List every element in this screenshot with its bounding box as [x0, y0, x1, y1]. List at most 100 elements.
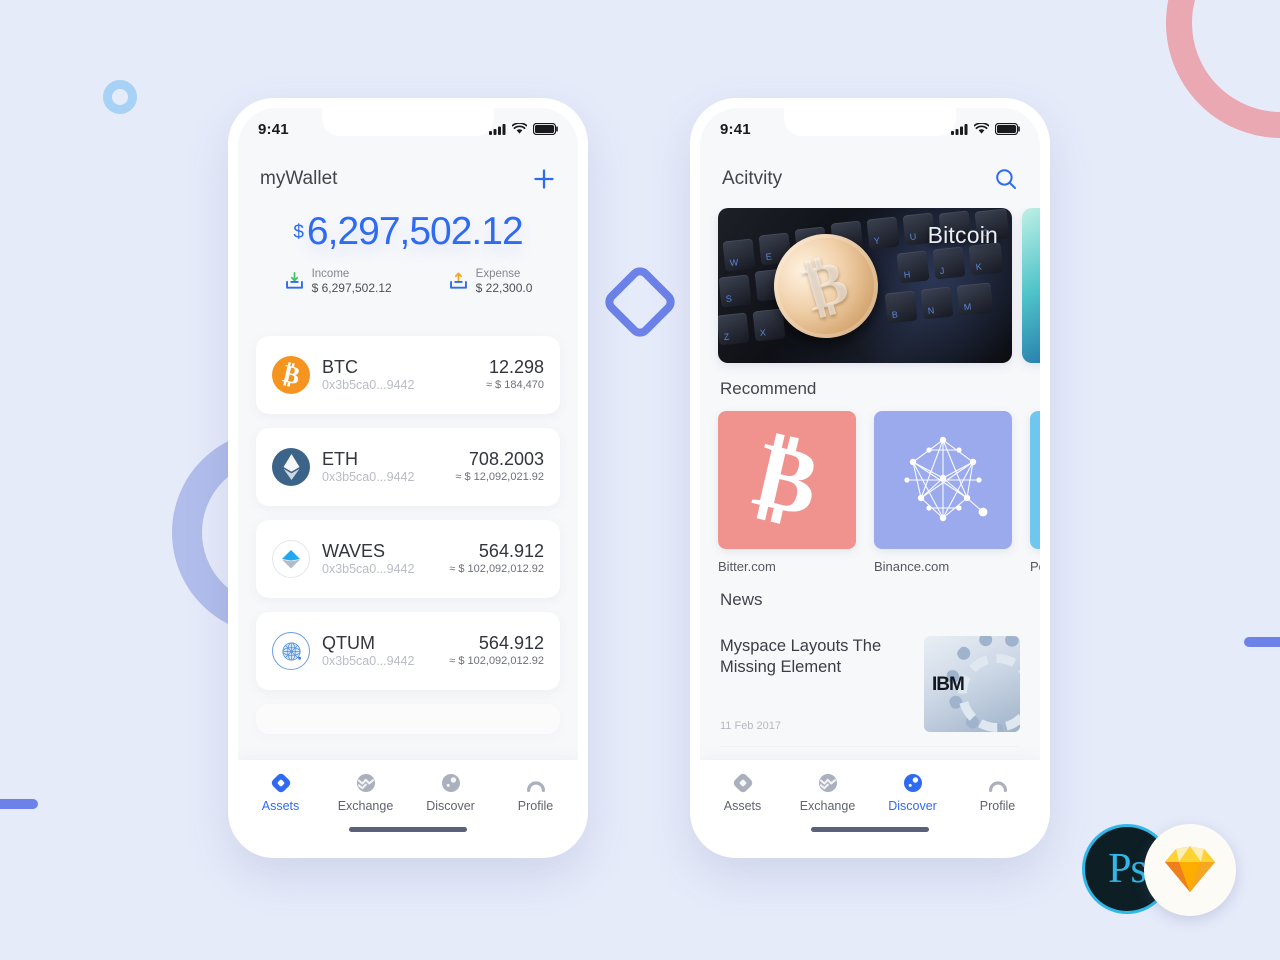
add-wallet-button[interactable] [532, 167, 556, 191]
bottom-tab-bar: Assets Exchange Discover Profile [238, 760, 578, 848]
asset-fiat: ≈ $ 102,092,012.92 [449, 563, 544, 576]
wallet-screen: 9:41 myWallet $ 6,297,502.12 Income $ 6,… [238, 108, 578, 848]
income-expense-row: Income $ 6,297,502.12 Expense $ 22,300.0 [238, 267, 578, 297]
exchange-wave-icon [356, 774, 375, 792]
eth-coin-icon [272, 448, 310, 486]
tab-label: Profile [517, 799, 554, 813]
page-title: Acitvity [722, 168, 783, 189]
hero-card-bitcoin[interactable]: W E Y U O S H J K Z X B N M ₿ Bitcoin [718, 208, 1012, 363]
recommend-carousel[interactable]: ₿ Bitter.com Binance.com P [700, 411, 1040, 574]
expense-label: Expense [475, 268, 521, 280]
asset-symbol: ETH [322, 448, 358, 469]
search-button[interactable] [994, 167, 1018, 191]
phone-mockup-wallet: 9:41 myWallet $ 6,297,502.12 Income $ 6,… [228, 98, 588, 858]
tab-assets[interactable]: Assets [238, 772, 323, 848]
page-title: myWallet [260, 168, 338, 189]
sketch-icon [1144, 824, 1236, 916]
news-date: 11 Feb 2017 [720, 720, 781, 732]
asset-amount: 708.2003 [468, 448, 544, 469]
waves-glyph-icon [282, 550, 300, 569]
news-headline: Myspace Layouts The Missing Element [720, 637, 882, 677]
home-indicator[interactable] [349, 827, 467, 832]
qtum-globe-icon [281, 641, 301, 661]
news-text: Myspace Layouts The Missing Element 11 F… [720, 636, 924, 732]
status-indicators [489, 123, 558, 135]
asset-address: 0x3b5ca0...9442 [322, 377, 415, 392]
table-row-partial[interactable] [256, 704, 560, 734]
asset-identity: BTC 0x3b5ca0...9442 [322, 357, 414, 394]
list-item[interactable]: ₿ Bitter.com [718, 411, 856, 574]
tab-profile[interactable]: Profile [955, 772, 1040, 848]
asset-identity: QTUM 0x3b5ca0...9442 [322, 633, 414, 670]
recommend-section-title: Recommend [720, 379, 817, 398]
news-thumbnail: IBM [924, 636, 1020, 732]
hero-carousel[interactable]: W E Y U O S H J K Z X B N M ₿ Bitcoin [700, 208, 1040, 363]
list-item[interactable]: Myspace Layouts The Missing Element 11 F… [720, 622, 1020, 746]
list-item[interactable]: Polone [1030, 411, 1040, 574]
recommend-tile: ₿ [718, 411, 856, 549]
discover-content: W E Y U O S H J K Z X B N M ₿ Bitcoin Re… [700, 208, 1040, 760]
recommend-tile [874, 411, 1012, 549]
asset-identity: WAVES 0x3b5ca0...9442 [322, 541, 414, 578]
expense-tray-up-icon [449, 273, 467, 290]
table-row[interactable]: WAVES 0x3b5ca0...9442 564.912 ≈ $ 102,09… [256, 520, 560, 598]
balance-currency: $ [293, 222, 304, 243]
search-icon [996, 169, 1016, 189]
expense-value: $ 22,300.0 [475, 281, 533, 296]
profile-person-icon [526, 781, 545, 792]
tab-label: Discover [888, 799, 937, 813]
asset-address: 0x3b5ca0...9442 [322, 469, 415, 484]
tab-label: Discover [426, 799, 475, 813]
network-graph-icon [904, 436, 988, 522]
phone-notch [322, 108, 494, 136]
assets-diamond-icon [271, 773, 290, 793]
status-indicators [951, 123, 1020, 135]
asset-identity: ETH 0x3b5ca0...9442 [322, 449, 414, 486]
discover-nav-bar: Acitvity [700, 150, 1040, 208]
asset-fiat: ≈ $ 12,092,021.92 [455, 471, 544, 484]
expense-summary[interactable]: Expense $ 22,300.0 [448, 267, 533, 297]
assets-diamond-icon [733, 773, 752, 793]
tab-assets[interactable]: Assets [700, 772, 785, 848]
asset-address: 0x3b5ca0...9442 [322, 653, 415, 668]
asset-symbol: QTUM [322, 632, 375, 653]
income-tray-down-icon [285, 272, 303, 290]
bitcoin-symbol-icon: ₿ [745, 422, 829, 536]
decorative-ring-blue-small [103, 80, 137, 114]
decorative-bar-right [1244, 637, 1280, 647]
income-text: Income $ 6,297,502.12 [312, 267, 392, 297]
bitcoin-symbol-icon: ₿ [796, 247, 856, 325]
tab-label: Assets [261, 799, 300, 813]
profile-person-icon [988, 781, 1007, 792]
asset-values: 564.912 ≈ $ 102,092,012.92 [449, 541, 544, 577]
asset-values: 564.912 ≈ $ 102,092,012.92 [449, 633, 544, 669]
tab-exchange[interactable]: Exchange [323, 772, 408, 848]
hero-card-next[interactable] [1022, 208, 1040, 363]
list-item[interactable]: Eta Keys [720, 746, 1020, 760]
asset-list: ₿ BTC 0x3b5ca0...9442 12.298 ≈ $ 184,470 [238, 328, 578, 760]
waves-coin-icon [272, 540, 310, 578]
recommend-caption: Binance.com [874, 559, 950, 574]
table-row[interactable]: QTUM 0x3b5ca0...9442 564.912 ≈ $ 102,092… [256, 612, 560, 690]
news-list: Myspace Layouts The Missing Element 11 F… [700, 622, 1040, 760]
asset-symbol: BTC [322, 356, 358, 377]
income-summary[interactable]: Income $ 6,297,502.12 [284, 267, 392, 297]
phone-notch [784, 108, 956, 136]
income-value: $ 6,297,502.12 [311, 281, 392, 296]
table-row[interactable]: ETH 0x3b5ca0...9442 708.2003 ≈ $ 12,092,… [256, 428, 560, 506]
tab-discover[interactable]: Discover [870, 772, 955, 848]
home-indicator[interactable] [811, 827, 929, 832]
tab-profile[interactable]: Profile [493, 772, 578, 848]
wifi-icon [512, 123, 527, 134]
wifi-icon [974, 123, 989, 134]
asset-values: 708.2003 ≈ $ 12,092,021.92 [455, 449, 544, 485]
tab-discover[interactable]: Discover [408, 772, 493, 848]
asset-symbol: WAVES [322, 540, 386, 561]
tab-label: Assets [723, 799, 762, 813]
phone-mockup-discover: 9:41 Acitvity W E Y U O S H J K Z X B N … [690, 98, 1050, 858]
sketch-gem-icon [1165, 846, 1215, 892]
balance-row: $ 6,297,502.12 [238, 212, 578, 251]
tab-exchange[interactable]: Exchange [785, 772, 870, 848]
table-row[interactable]: ₿ BTC 0x3b5ca0...9442 12.298 ≈ $ 184,470 [256, 336, 560, 414]
list-item[interactable]: Binance.com [874, 411, 1012, 574]
